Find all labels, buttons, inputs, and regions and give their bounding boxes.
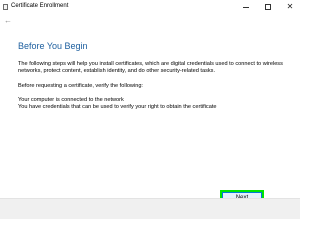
minimize-icon [243,7,249,8]
maximize-icon [265,3,271,10]
footer-bar [0,198,300,219]
back-arrow-icon[interactable]: ← [4,17,12,25]
intro-text: The following steps will help you instal… [18,61,283,74]
title-bar: Certificate Enrollment ✕ [0,0,300,16]
window-title: Certificate Enrollment [11,3,69,9]
verify-prompt: Before requesting a certificate, verify … [18,83,143,89]
requirements-list: Your computer is connected to the networ… [18,97,296,111]
maximize-button[interactable] [259,0,277,13]
requirement-item: You have credentials that can be used to… [18,104,217,110]
close-button[interactable]: ✕ [281,0,299,13]
page-title: Before You Begin [18,41,88,51]
minimize-button[interactable] [237,0,255,13]
requirement-item: Your computer is connected to the networ… [18,97,124,103]
close-icon: ✕ [286,1,294,11]
certificate-icon [3,4,8,10]
wizard-content: ← Before You Begin The following steps w… [0,16,300,204]
